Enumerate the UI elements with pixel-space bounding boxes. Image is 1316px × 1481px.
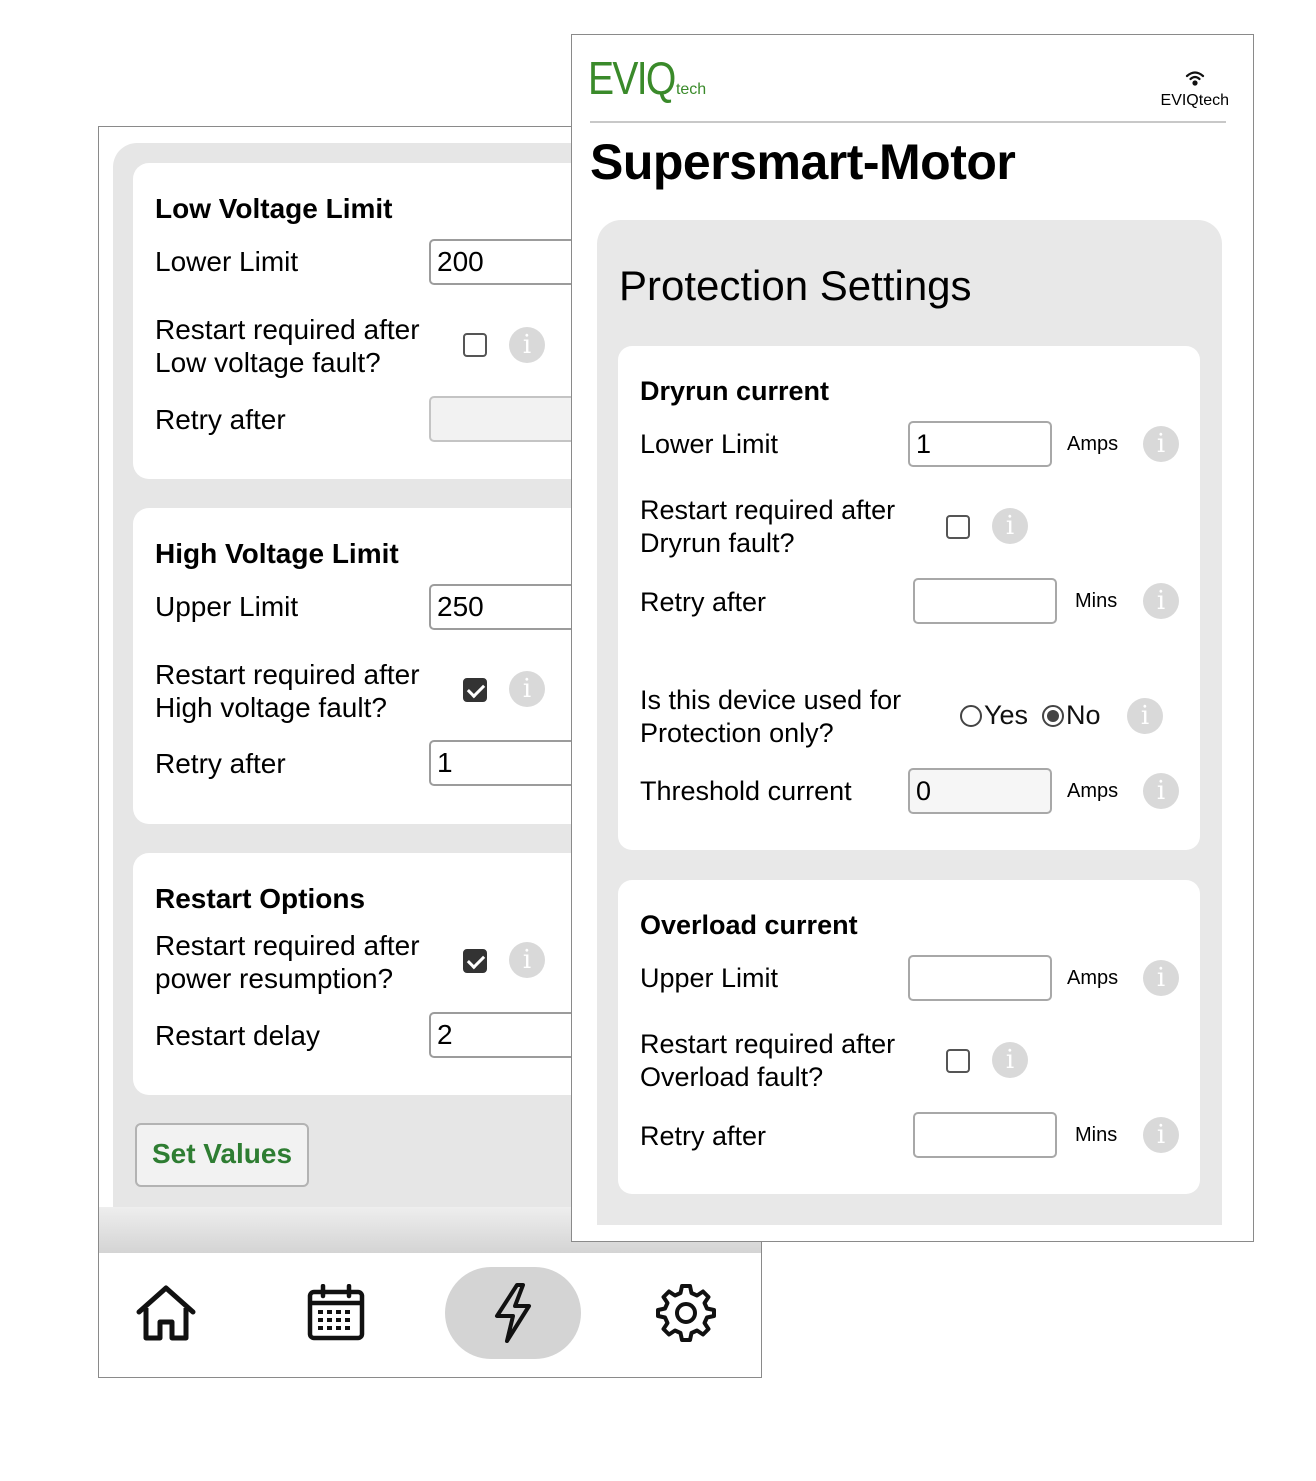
lightning-icon — [495, 1283, 531, 1343]
protection-settings-panel: Protection Settings Dryrun current Lower… — [597, 220, 1222, 1225]
overload-retry-unit: Mins — [1075, 1124, 1118, 1146]
radio-no[interactable] — [1042, 704, 1065, 727]
dryrun-restart-label-line2: Dryrun fault? — [640, 528, 795, 558]
overload-restart-label: Restart required after Overload fault? — [640, 1028, 895, 1094]
overload-title: Overload current — [640, 910, 858, 940]
dryrun-retry-input[interactable] — [913, 578, 1057, 624]
gear-icon — [656, 1284, 716, 1342]
overload-upper-limit-label: Upper Limit — [640, 963, 779, 993]
high-voltage-restart-checkbox[interactable] — [463, 678, 487, 702]
wifi-status[interactable]: EVIQtech — [1161, 69, 1229, 110]
info-icon[interactable]: i — [1143, 773, 1179, 809]
threshold-current-unit: Amps — [1067, 780, 1119, 802]
protection-only-label-line1: Is this device used for — [640, 685, 902, 715]
dryrun-restart-label-line1: Restart required after — [640, 495, 896, 525]
nav-protection[interactable] — [445, 1267, 581, 1359]
dryrun-restart-label: Restart required after Dryrun fault? — [640, 494, 895, 560]
low-voltage-title: Low Voltage Limit — [155, 193, 393, 224]
info-icon[interactable]: i — [1143, 583, 1179, 619]
eviq-logo: EVIQ tech — [588, 53, 706, 103]
threshold-current-label: Threshold current — [640, 776, 852, 806]
dryrun-card: Dryrun current Lower Limit 1 Amps i Rest… — [618, 346, 1200, 850]
nav-schedule[interactable] — [299, 1267, 373, 1359]
low-voltage-restart-label-line2: Low voltage fault? — [155, 347, 381, 378]
info-icon[interactable]: i — [992, 1042, 1028, 1078]
dryrun-lower-limit-label: Lower Limit — [640, 429, 779, 459]
info-icon[interactable]: i — [1143, 426, 1179, 462]
dryrun-lower-limit-unit: Amps — [1067, 433, 1119, 455]
threshold-current-input[interactable]: 0 — [908, 768, 1052, 814]
info-icon[interactable]: i — [509, 942, 545, 978]
high-voltage-title: High Voltage Limit — [155, 538, 399, 569]
info-icon[interactable]: i — [509, 327, 545, 363]
overload-upper-limit-input[interactable] — [908, 955, 1052, 1001]
overload-card: Overload current Upper Limit Amps i Rest… — [618, 880, 1200, 1194]
wifi-icon — [1185, 71, 1204, 86]
protection-settings-screen: EVIQ tech EVIQtech Supersmart-Motor Prot… — [571, 34, 1254, 1242]
overload-restart-label-line2: Overload fault? — [640, 1062, 824, 1092]
lower-limit-label: Lower Limit — [155, 246, 299, 277]
power-restart-label: Restart required after power resumption? — [155, 929, 420, 995]
info-icon[interactable]: i — [992, 508, 1028, 544]
restart-delay-label: Restart delay — [155, 1020, 320, 1051]
info-icon[interactable]: i — [509, 671, 545, 707]
section-title: Protection Settings — [619, 262, 972, 309]
home-icon — [136, 1285, 196, 1341]
power-restart-label-line2: power resumption? — [155, 963, 394, 994]
overload-upper-limit-unit: Amps — [1067, 967, 1119, 989]
device-name: Supersmart-Motor — [590, 134, 1016, 190]
radio-option-no[interactable]: No — [1042, 700, 1101, 731]
overload-restart-label-line1: Restart required after — [640, 1029, 896, 1059]
low-voltage-restart-checkbox[interactable] — [463, 333, 487, 357]
power-restart-checkbox[interactable] — [463, 949, 487, 973]
upper-limit-label: Upper Limit — [155, 591, 299, 622]
low-voltage-restart-label-line1: Restart required after — [155, 314, 420, 345]
radio-yes-label: Yes — [984, 700, 1029, 730]
nav-settings[interactable] — [649, 1267, 723, 1359]
high-voltage-retry-label: Retry after — [155, 748, 286, 779]
protection-only-radio-group: Yes No — [960, 700, 1115, 731]
dryrun-title: Dryrun current — [640, 376, 830, 406]
high-voltage-restart-label: Restart required after High voltage faul… — [155, 658, 420, 724]
overload-retry-input[interactable] — [913, 1112, 1057, 1158]
overload-restart-checkbox[interactable] — [946, 1049, 970, 1073]
radio-yes[interactable] — [960, 704, 982, 727]
nav-home[interactable] — [129, 1267, 203, 1359]
protection-only-label-line2: Protection only? — [640, 718, 834, 748]
logo-main-text: EVIQ — [588, 52, 676, 104]
power-restart-label-line1: Restart required after — [155, 930, 420, 961]
bottom-nav — [99, 1253, 761, 1377]
high-voltage-restart-label-line1: Restart required after — [155, 659, 420, 690]
low-voltage-retry-label: Retry after — [155, 404, 286, 435]
restart-options-title: Restart Options — [155, 883, 366, 914]
high-voltage-restart-label-line2: High voltage fault? — [155, 692, 387, 723]
radio-option-yes[interactable]: Yes — [960, 700, 1028, 731]
info-icon[interactable]: i — [1127, 698, 1163, 734]
info-icon[interactable]: i — [1143, 1117, 1179, 1153]
radio-no-label: No — [1066, 700, 1101, 730]
dryrun-restart-checkbox[interactable] — [946, 515, 970, 539]
dryrun-lower-limit-input[interactable]: 1 — [908, 421, 1052, 467]
set-values-button[interactable]: Set Values — [135, 1123, 309, 1187]
calendar-icon — [307, 1284, 365, 1341]
protection-only-label: Is this device used for Protection only? — [640, 684, 901, 750]
dryrun-retry-unit: Mins — [1075, 590, 1118, 612]
overload-retry-label: Retry after — [640, 1121, 767, 1151]
wifi-label: EVIQtech — [1160, 92, 1229, 109]
logo-sub-text: tech — [675, 81, 707, 98]
dryrun-retry-label: Retry after — [640, 587, 767, 617]
header-divider — [590, 121, 1226, 123]
low-voltage-restart-label: Restart required after Low voltage fault… — [155, 313, 420, 379]
info-icon[interactable]: i — [1143, 960, 1179, 996]
